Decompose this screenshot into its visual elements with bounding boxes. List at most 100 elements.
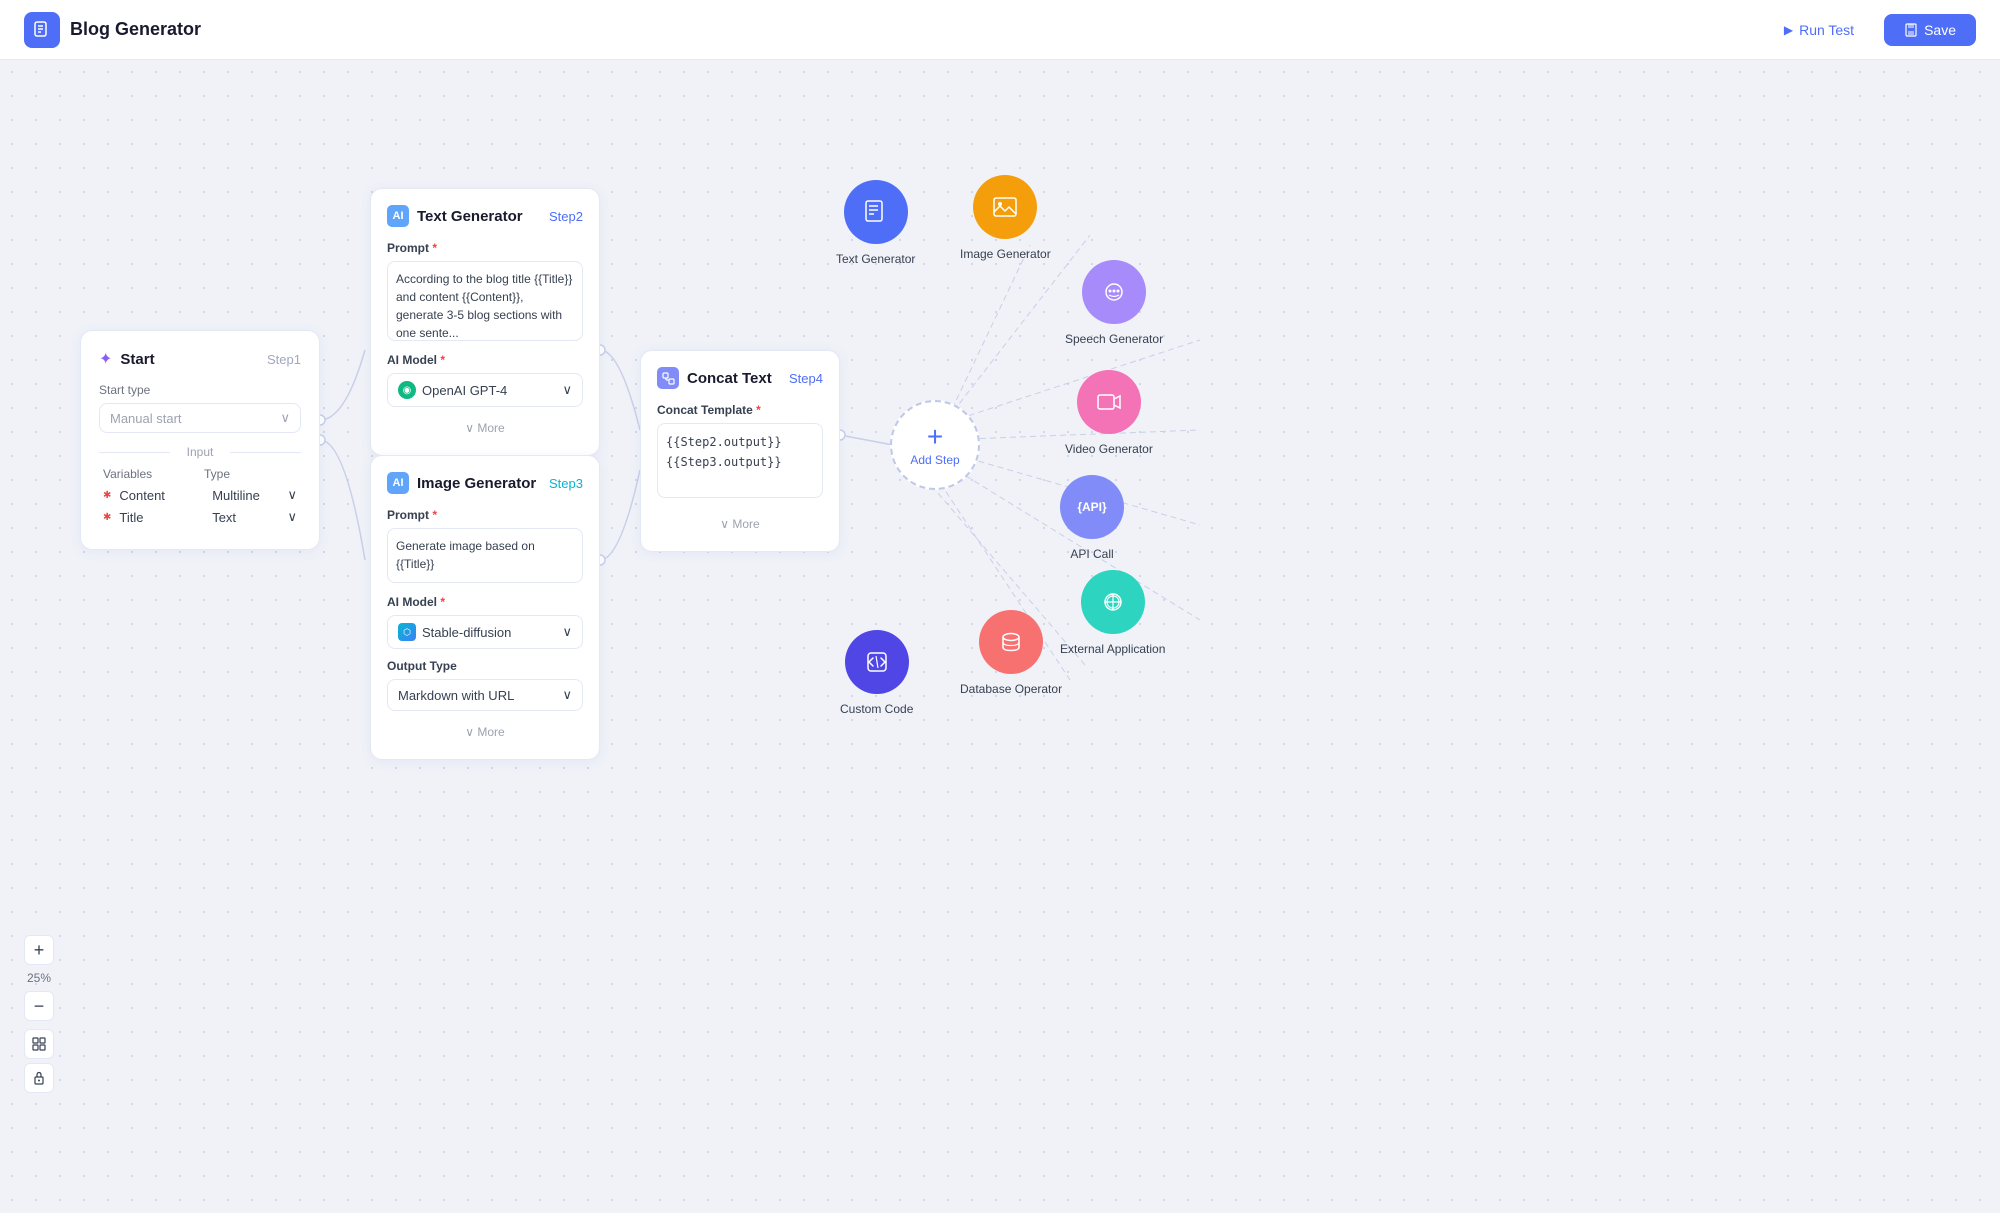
start-type-select[interactable]: Manual start ∨ xyxy=(99,403,301,433)
header-left: Blog Generator xyxy=(24,12,201,48)
concat-title-row: Concat Text xyxy=(657,367,772,389)
start-node-title-row: ✦ Start xyxy=(99,349,155,369)
chevron-down-icon-output: ∨ xyxy=(562,687,572,703)
ai-model-value-image: Stable-diffusion xyxy=(422,625,511,640)
palette-label-db: Database Operator xyxy=(960,682,1062,696)
ai-model-label-image: AI Model xyxy=(387,595,583,609)
palette-video-generator[interactable]: Video Generator xyxy=(1065,370,1153,456)
canvas: ✦ Start Step1 Start type Manual start ∨ … xyxy=(0,60,2000,1213)
palette-circle-text xyxy=(844,180,908,244)
palette-circle-ext xyxy=(1081,570,1145,634)
image-gen-step: Step3 xyxy=(549,476,583,491)
start-type-label: Start type xyxy=(99,383,301,397)
ai-icon-text: AI xyxy=(387,205,409,227)
start-node-header: ✦ Start Step1 xyxy=(99,349,301,369)
palette-custom-code[interactable]: Custom Code xyxy=(840,630,913,716)
zoom-controls: + 25% − xyxy=(24,935,54,1093)
header: Blog Generator Run Test Save xyxy=(0,0,2000,60)
chevron-down-icon-model: ∨ xyxy=(562,382,572,398)
more-button-text[interactable]: ∨ More xyxy=(387,417,583,439)
lock-button[interactable] xyxy=(24,1063,54,1093)
ai-model-select-image[interactable]: ⬡ Stable-diffusion ∨ xyxy=(387,615,583,649)
add-step-label: Add Step xyxy=(910,453,959,467)
start-node-title: Start xyxy=(120,351,154,368)
run-test-button[interactable]: Run Test xyxy=(1766,14,1872,46)
app-title: Blog Generator xyxy=(70,19,201,40)
header-right: Run Test Save xyxy=(1766,14,1976,46)
var-row-title: ✱ Title Text ∨ xyxy=(99,509,301,525)
concat-text-node: Concat Text Step4 Concat Template {{Step… xyxy=(640,350,840,552)
palette-label-text: Text Generator xyxy=(836,252,915,266)
image-gen-header: AI Image Generator Step3 xyxy=(387,472,583,494)
sd-icon: ⬡ xyxy=(398,623,416,641)
output-type-select[interactable]: Markdown with URL ∨ xyxy=(387,679,583,711)
palette-external-app[interactable]: External Application xyxy=(1060,570,1165,656)
palette-label-image: Image Generator xyxy=(960,247,1051,261)
ai-model-select-text[interactable]: ◉ OpenAI GPT-4 ∨ xyxy=(387,373,583,407)
palette-label-custom: Custom Code xyxy=(840,702,913,716)
ai-icon-image: AI xyxy=(387,472,409,494)
palette-circle-db xyxy=(979,610,1043,674)
zoom-out-button[interactable]: − xyxy=(24,991,54,1021)
image-generator-node: AI Image Generator Step3 Prompt Generate… xyxy=(370,455,600,760)
prompt-value-image: Generate image based on {{Title}} xyxy=(396,539,535,571)
zoom-tools xyxy=(24,1029,54,1093)
var-row-content: ✱ Content Multiline ∨ xyxy=(99,487,301,503)
col-variables: Variables xyxy=(103,467,196,481)
zoom-in-button[interactable]: + xyxy=(24,935,54,965)
palette-api-call[interactable]: {API} API Call xyxy=(1060,475,1124,561)
image-gen-title-row: AI Image Generator xyxy=(387,472,536,494)
palette-label-ext: External Application xyxy=(1060,642,1165,656)
more-button-concat[interactable]: ∨ More xyxy=(657,513,823,535)
output-type-label: Output Type xyxy=(387,659,583,673)
concat-icon xyxy=(657,367,679,389)
palette-circle-video xyxy=(1077,370,1141,434)
concat-title: Concat Text xyxy=(687,370,772,387)
concat-step: Step4 xyxy=(789,371,823,386)
chevron-down-icon-content: ∨ xyxy=(288,487,298,503)
chevron-down-icon-image-model: ∨ xyxy=(562,624,572,640)
save-button[interactable]: Save xyxy=(1884,14,1976,46)
more-button-image[interactable]: ∨ More xyxy=(387,721,583,743)
add-step-plus: + xyxy=(927,423,943,451)
start-node: ✦ Start Step1 Start type Manual start ∨ … xyxy=(80,330,320,550)
col-headers: Variables Type xyxy=(99,467,301,481)
text-gen-title: Text Generator xyxy=(417,208,523,225)
app-icon xyxy=(24,12,60,48)
openai-icon: ◉ xyxy=(398,381,416,399)
save-label: Save xyxy=(1924,22,1956,38)
palette-text-generator[interactable]: Text Generator xyxy=(836,180,915,266)
var-type-content[interactable]: Multiline ∨ xyxy=(212,487,297,503)
chevron-down-icon-title: ∨ xyxy=(288,509,298,525)
text-gen-header: AI Text Generator Step2 xyxy=(387,205,583,227)
prompt-value-text: According to the blog title {{Title}} an… xyxy=(396,272,572,340)
output-type-value: Markdown with URL xyxy=(398,688,514,703)
fit-view-button[interactable] xyxy=(24,1029,54,1059)
ai-model-value-text: OpenAI GPT-4 xyxy=(422,383,507,398)
palette-circle-api: {API} xyxy=(1060,475,1124,539)
palette-image-generator[interactable]: Image Generator xyxy=(960,175,1051,261)
add-step-button[interactable]: + Add Step xyxy=(890,400,980,490)
var-type-value-title: Text xyxy=(212,510,236,525)
palette-label-api: API Call xyxy=(1070,547,1113,561)
prompt-label-text: Prompt xyxy=(387,241,583,255)
var-type-title[interactable]: Text ∨ xyxy=(212,509,297,525)
start-node-step: Step1 xyxy=(267,352,301,367)
palette-db-operator[interactable]: Database Operator xyxy=(960,610,1062,696)
text-generator-node: AI Text Generator Step2 Prompt According… xyxy=(370,188,600,456)
model-left-image: ⬡ Stable-diffusion xyxy=(398,623,511,641)
palette-label-video: Video Generator xyxy=(1065,442,1153,456)
concat-template-textarea[interactable]: {{Step2.output}} {{Step3.output}} xyxy=(657,423,823,498)
model-left-text: ◉ OpenAI GPT-4 xyxy=(398,381,507,399)
prompt-textarea-text[interactable]: According to the blog title {{Title}} an… xyxy=(387,261,583,341)
zoom-level-label: 25% xyxy=(27,971,51,985)
concat-header: Concat Text Step4 xyxy=(657,367,823,389)
start-type-value: Manual start xyxy=(110,411,182,426)
input-divider: Input xyxy=(99,445,301,459)
palette-circle-custom xyxy=(845,630,909,694)
concat-template-label: Concat Template xyxy=(657,403,823,417)
ai-model-label-text: AI Model xyxy=(387,353,583,367)
palette-speech-generator[interactable]: Speech Generator xyxy=(1065,260,1163,346)
prompt-textarea-image[interactable]: Generate image based on {{Title}} xyxy=(387,528,583,583)
image-gen-title: Image Generator xyxy=(417,475,536,492)
